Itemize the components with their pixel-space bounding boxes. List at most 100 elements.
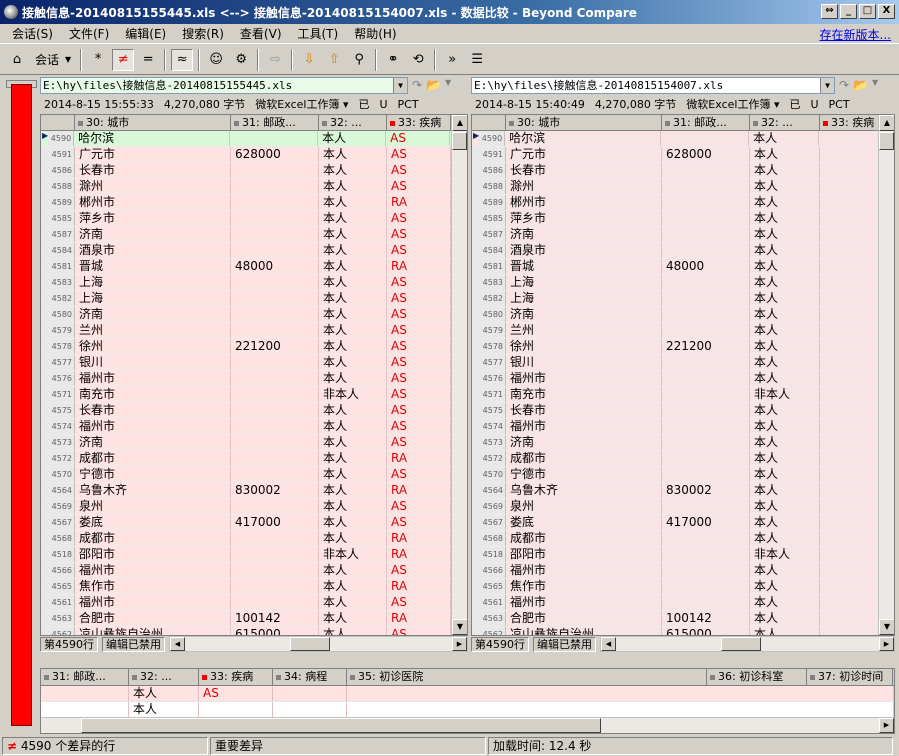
column-header[interactable]: 32: ... <box>129 669 199 685</box>
scroll-left-icon[interactable]: ◀ <box>170 637 185 651</box>
column-header[interactable]: 32: ... <box>319 115 387 130</box>
approx-equal-icon[interactable]: ≈ <box>171 48 194 71</box>
menu-search[interactable]: 搜索(R) <box>174 25 232 42</box>
scroll-down-icon[interactable]: ▼ <box>452 619 467 635</box>
table-row[interactable]: 4567 娄底 417000 本人 <box>472 515 894 531</box>
table-row[interactable]: 4588 滁州 本人 AS <box>41 179 467 195</box>
scroll-thumb[interactable] <box>290 637 330 651</box>
left-grid[interactable]: 30: 城市 31: 邮政... 32: ... 33: 疾病 ▶ 4590 哈尔滨… <box>40 114 468 636</box>
next-diff-icon[interactable]: ⇨ <box>264 49 286 71</box>
column-header[interactable]: 30: 城市 <box>75 115 231 130</box>
table-row[interactable]: 4573 济南 本人 AS <box>41 435 467 451</box>
menu-help[interactable]: 帮助(H) <box>346 25 404 42</box>
scroll-thumb[interactable] <box>879 132 894 150</box>
table-row[interactable]: 4589 郴州市 本人 RA <box>41 195 467 211</box>
table-row[interactable]: 4566 福州市 本人 <box>472 563 894 579</box>
column-header[interactable]: 35: 初诊医院 <box>347 669 707 685</box>
column-header[interactable]: 31: 邮政... <box>231 115 319 130</box>
column-header[interactable]: 33: 疾病 <box>820 115 880 130</box>
chevron-down-icon[interactable]: ▼ <box>445 78 451 92</box>
column-header[interactable]: 32: ... <box>750 115 820 130</box>
table-row[interactable]: 4579 兰州 本人 <box>472 323 894 339</box>
asterisk-icon[interactable]: * <box>87 49 109 71</box>
column-header[interactable]: 31: 邮政... <box>662 115 750 130</box>
table-row[interactable]: 4569 泉州 本人 AS <box>41 499 467 515</box>
column-header[interactable]: 30: 城市 <box>506 115 662 130</box>
difference-thumbnail-bar[interactable] <box>11 84 32 726</box>
scroll-right-icon[interactable]: ▶ <box>452 637 467 651</box>
menu-file[interactable]: 文件(F) <box>61 25 117 42</box>
table-row[interactable]: 4573 济南 本人 <box>472 435 894 451</box>
table-row[interactable]: 4591 广元市 628000 本人 <box>472 147 894 163</box>
table-row[interactable]: 4576 福州市 本人 AS <box>41 371 467 387</box>
chevron-down-icon[interactable]: ▼ <box>872 78 878 92</box>
scroll-thumb[interactable] <box>452 132 467 150</box>
swap-icon[interactable]: ↷ <box>412 78 422 92</box>
new-version-link[interactable]: 存在新版本... <box>820 26 891 43</box>
right-format[interactable]: 微软Excel工作簿 ▾ <box>686 96 779 112</box>
table-row[interactable]: 4582 上海 本人 AS <box>41 291 467 307</box>
table-row[interactable]: 4562 凉山彝族自治州 615000 本人 AS <box>41 627 467 635</box>
table-row[interactable]: 4563 合肥市 100142 本人 <box>472 611 894 627</box>
table-row[interactable]: 4580 济南 本人 AS <box>41 307 467 323</box>
scroll-up-icon[interactable]: ▲ <box>879 115 894 131</box>
table-row[interactable]: 4576 福州市 本人 <box>472 371 894 387</box>
chevron-down-icon[interactable]: ▼ <box>393 77 407 93</box>
table-row[interactable]: 4588 滁州 本人 <box>472 179 894 195</box>
table-row[interactable]: 4585 萍乡市 本人 <box>472 211 894 227</box>
scroll-thumb[interactable] <box>721 637 761 651</box>
sync-icon[interactable]: ⟲ <box>407 49 429 71</box>
table-row[interactable]: 4561 福州市 本人 AS <box>41 595 467 611</box>
scroll-thumb[interactable] <box>81 718 601 733</box>
expand-icon[interactable]: » <box>441 49 463 71</box>
binoculars-icon[interactable]: ⚲ <box>348 49 370 71</box>
left-vertical-scrollbar[interactable]: ▲ ▼ <box>451 115 467 635</box>
table-row[interactable]: 4582 上海 本人 <box>472 291 894 307</box>
table-row[interactable]: 4564 乌鲁木齐 830002 本人 RA <box>41 483 467 499</box>
table-row[interactable]: 4572 成都市 本人 RA <box>41 451 467 467</box>
table-row[interactable]: 4587 济南 本人 <box>472 227 894 243</box>
table-row[interactable]: 4571 南充市 非本人 <box>472 387 894 403</box>
scroll-right-icon[interactable]: ▶ <box>879 718 894 733</box>
table-row[interactable]: 4561 福州市 本人 <box>472 595 894 611</box>
table-row[interactable]: 4571 南充市 非本人 AS <box>41 387 467 403</box>
swap-sides-button[interactable]: ⇔ <box>821 4 838 19</box>
menu-session[interactable]: 会话(S) <box>4 25 61 42</box>
right-grid[interactable]: 30: 城市 31: 邮政... 32: ... 33: 疾病 ▶ 4590 哈尔滨… <box>471 114 895 636</box>
table-row[interactable]: ▶ 4590 哈尔滨 本人 <box>472 131 894 147</box>
table-row[interactable]: 4581 晋城 48000 本人 <box>472 259 894 275</box>
list-icon[interactable]: ☰ <box>466 49 488 71</box>
scroll-up-icon[interactable]: ▲ <box>452 115 467 131</box>
table-row[interactable]: 4578 徐州 221200 本人 <box>472 339 894 355</box>
table-row[interactable]: 4574 福州市 本人 <box>472 419 894 435</box>
right-horizontal-scrollbar[interactable]: ◀ ▶ <box>600 636 895 652</box>
rules-icon[interactable]: ☺ <box>205 49 227 71</box>
table-row[interactable]: 4565 焦作市 本人 <box>472 579 894 595</box>
column-header[interactable]: 34: 病程 <box>273 669 347 685</box>
left-horizontal-scrollbar[interactable]: ◀ ▶ <box>169 636 468 652</box>
table-row[interactable]: 4568 成都市 本人 <box>472 531 894 547</box>
scroll-left-icon[interactable]: ◀ <box>601 637 616 651</box>
scroll-right-icon[interactable]: ▶ <box>879 637 894 651</box>
column-header[interactable]: 37: 初诊时间 <box>807 669 893 685</box>
table-row[interactable]: 4518 邵阳市 非本人 RA <box>41 547 467 563</box>
table-row[interactable]: ▶ 4590 哈尔滨 本人 AS <box>41 131 467 147</box>
table-row[interactable]: 4583 上海 本人 AS <box>41 275 467 291</box>
table-row[interactable]: 4584 酒泉市 本人 <box>472 243 894 259</box>
detail-horizontal-scrollbar[interactable]: ▶ <box>41 717 894 733</box>
table-row[interactable]: 4563 合肥市 100142 本人 RA <box>41 611 467 627</box>
folder-icon[interactable]: 📂 <box>853 78 868 92</box>
table-row[interactable]: 4586 长春市 本人 <box>472 163 894 179</box>
column-header[interactable]: 33: 疾病 <box>387 115 451 130</box>
table-row[interactable]: 4565 焦作市 本人 RA <box>41 579 467 595</box>
right-path-field[interactable]: E:\hy\files\接触信息-20140815154007.xls ▼ <box>471 76 835 94</box>
column-header[interactable]: 33: 疾病 <box>199 669 273 685</box>
table-row[interactable]: 4577 银川 本人 <box>472 355 894 371</box>
table-row[interactable]: 4581 晋城 48000 本人 RA <box>41 259 467 275</box>
detail-row[interactable]: 本人 <box>41 702 894 718</box>
table-row[interactable]: 4575 长春市 本人 <box>472 403 894 419</box>
table-row[interactable]: 4567 娄底 417000 本人 AS <box>41 515 467 531</box>
menu-view[interactable]: 查看(V) <box>232 25 290 42</box>
down-arrow-icon[interactable]: ⇩ <box>298 49 320 71</box>
left-format[interactable]: 微软Excel工作簿 ▾ <box>255 96 348 112</box>
